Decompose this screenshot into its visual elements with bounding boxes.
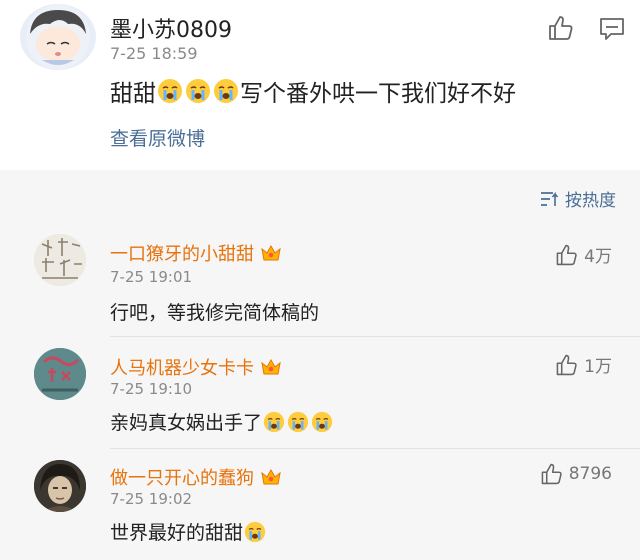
comment-item: 人马机器少女卡卡 7-25 19:10 亲妈真女娲出手了 1万 [0,336,640,448]
thumbs-up-icon[interactable] [546,14,574,46]
commenter-name[interactable]: 一口獠牙的小甜甜 [110,240,254,266]
post-author-name[interactable]: 墨小苏0809 [110,12,232,44]
comment-text-body: 行吧，等我修完简体稿的 [110,302,320,324]
comment-text-body: 亲妈真女娲出手了 [110,412,263,434]
commenter-name[interactable]: 做一只开心的蠢狗 [110,464,254,490]
vip-crown-icon [261,468,281,485]
thumbs-up-icon [556,244,577,265]
comment-timestamp: 7-25 19:02 [110,490,193,508]
comment-timestamp: 7-25 19:10 [110,380,193,398]
sort-icon [541,191,559,206]
comment-text: 世界最好的甜甜 [110,518,267,545]
comment-like-button[interactable]: 8796 [539,462,612,486]
thumbs-up-icon [556,354,577,375]
sort-label: 按热度 [565,191,616,211]
commenter-avatar[interactable] [34,460,86,512]
crying-face-icon [311,411,333,432]
sort-by-hot-button[interactable]: 按热度 [539,186,616,211]
like-count: 4万 [584,247,612,267]
comment-icon[interactable] [598,16,626,46]
like-count: 8796 [568,464,612,484]
comment-item: 做一只开心的蠢狗 7-25 19:02 世界最好的甜甜 8796 [0,448,640,560]
post-author-avatar[interactable] [20,4,96,70]
comment-item: 一口獠牙的小甜甜 7-25 19:01 行吧，等我修完简体稿的 4万 [0,222,640,334]
view-original-link[interactable]: 查看原微博 [110,124,205,151]
crying-face-icon [214,79,238,103]
comment-text: 行吧，等我修完简体稿的 [110,298,319,325]
comment-text-body: 世界最好的甜甜 [110,522,244,544]
comment-text: 亲妈真女娲出手了 [110,408,334,435]
crying-face-icon [287,411,309,432]
crying-face-icon [263,411,285,432]
commenter-name-row[interactable]: 做一只开心的蠢狗 [110,464,282,490]
crying-face-icon [244,521,266,542]
comment-like-button[interactable]: 4万 [554,242,612,267]
commenter-name-row[interactable]: 一口獠牙的小甜甜 [110,240,282,266]
commenter-name-row[interactable]: 人马机器少女卡卡 [110,354,282,380]
vip-crown-icon [261,358,281,375]
comment-timestamp: 7-25 19:01 [110,268,193,286]
commenter-avatar[interactable] [34,348,86,400]
crying-face-icon [158,79,182,103]
post-text-prefix: 甜甜 [110,81,156,107]
vip-crown-icon [261,244,281,261]
comment-like-button[interactable]: 1万 [554,352,612,377]
commenter-name[interactable]: 人马机器少女卡卡 [110,354,254,380]
post-text-suffix: 写个番外哄一下我们好不好 [240,81,516,107]
commenter-avatar[interactable] [34,234,86,286]
like-count: 1万 [584,357,612,377]
crying-face-icon [186,79,210,103]
original-post: 墨小苏0809 7-25 18:59 甜甜 写个番外哄一下我们好不好 查看原微博 [0,0,640,170]
thumbs-up-icon [541,463,562,485]
post-timestamp: 7-25 18:59 [110,44,198,63]
post-content: 甜甜 写个番外哄一下我们好不好 [110,74,516,108]
